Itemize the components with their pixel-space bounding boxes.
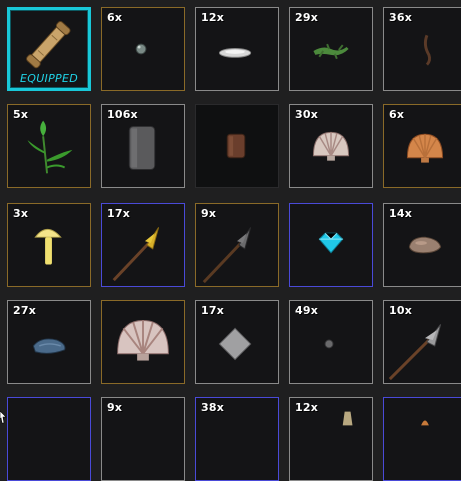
inventory-slot-blue-mussel[interactable]: 27x [7,300,91,384]
inventory-slot-partial[interactable] [383,397,461,481]
item-count: 49x [295,304,319,317]
inventory-slot-grey-diamond-tile[interactable]: 17x [195,300,279,384]
mouse-cursor-icon [0,405,8,425]
item-count: 3x [13,207,29,220]
item-count: 10x [389,304,413,317]
item-count: 27x [13,304,37,317]
inventory-slot-brown-stone[interactable]: 14x [383,203,461,287]
flame-icon [384,398,461,480]
item-count: 12x [201,11,225,24]
inventory-slot-golden-spear[interactable]: 17x [101,203,185,287]
shell-icon [102,301,184,383]
inventory-slot-partial[interactable] [7,397,91,481]
inventory-slot-pearl[interactable]: 6x [101,7,185,91]
item-count: 5x [13,108,29,121]
bottle-icon [290,398,372,480]
gem-icon [290,204,372,286]
inventory-slot-scallop-shell-orange[interactable]: 6x [383,104,461,188]
item-count: 6x [107,11,123,24]
inventory-slot-partial[interactable]: 38x [195,397,279,481]
item-count: 6x [389,108,405,121]
item-count: 9x [107,401,123,414]
item-count: 30x [295,108,319,121]
item-count: 29x [295,11,319,24]
inventory-slot-scallop-shell-white[interactable]: 30x [289,104,373,188]
inventory-slot-yellow-mushroom[interactable]: 3x [7,203,91,287]
inventory-slot-twig[interactable]: 36x [383,7,461,91]
inventory-slot-partial[interactable]: 12x [289,397,373,481]
item-count: 9x [201,207,217,220]
inventory-slot-cyan-gem[interactable] [289,203,373,287]
item-count: 106x [107,108,138,121]
inventory-slot-partial[interactable]: 9x [101,397,185,481]
inventory-slot-copper-canister[interactable] [195,104,279,188]
inventory-slot-silver-disc[interactable]: 12x [195,7,279,91]
inventory-slot-small-grey-pebble[interactable]: 49x [289,300,373,384]
item-count: 38x [201,401,225,414]
inventory-slot-scroll[interactable]: EQUIPPED [7,7,91,91]
item-count: 36x [389,11,413,24]
item-count: 17x [201,304,225,317]
inventory-slot-large-scallop-shell[interactable] [101,300,185,384]
item-count: 14x [389,207,413,220]
item-count: 17x [107,207,131,220]
copper-canister-icon [196,105,278,187]
inventory-slot-grey-canister[interactable]: 106x [101,104,185,188]
inventory-slot-green-lizard[interactable]: 29x [289,7,373,91]
inventory-slot-green-plant[interactable]: 5x [7,104,91,188]
inventory-slot-silver-spear[interactable]: 10x [383,300,461,384]
inventory-slot-iron-spear[interactable]: 9x [195,203,279,287]
equipped-label: EQUIPPED [20,72,78,85]
